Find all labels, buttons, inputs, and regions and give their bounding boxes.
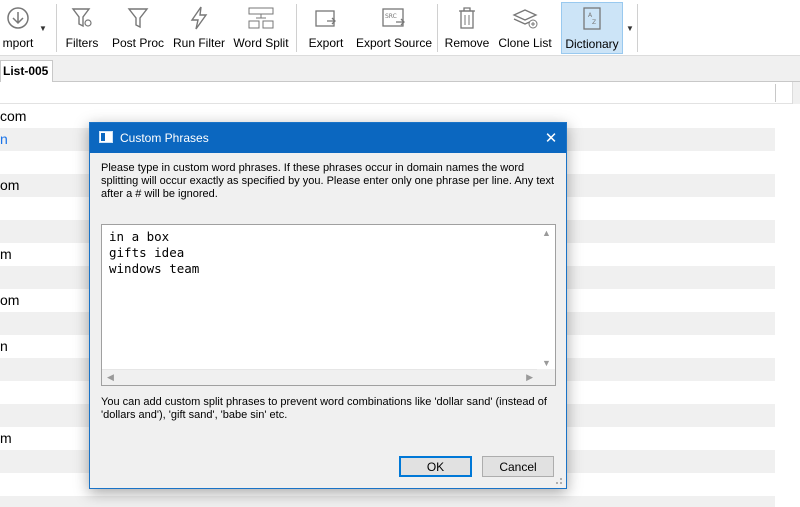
phrases-textarea[interactable]: in a box gifts idea windows team ▲ ▼ ◀ ▶ xyxy=(101,224,556,386)
grid-scrollbar[interactable] xyxy=(792,82,800,104)
import-button[interactable]: mport xyxy=(0,2,36,54)
toolbar-separator xyxy=(437,4,438,52)
run-filter-button[interactable]: Run Filter xyxy=(172,2,226,54)
toolbar-separator xyxy=(56,4,57,52)
dialog-note: You can add custom split phrases to prev… xyxy=(101,396,547,421)
run-filter-label: Run Filter xyxy=(172,36,225,50)
tab-strip: List-005 xyxy=(0,56,800,82)
remove-button[interactable]: Remove xyxy=(443,2,491,54)
window-icon xyxy=(99,131,113,143)
cancel-button[interactable]: Cancel xyxy=(482,456,554,477)
svg-text:SRC: SRC xyxy=(385,13,397,20)
ok-button[interactable]: OK xyxy=(399,456,472,477)
grid-header xyxy=(0,82,800,104)
dialog-title: Custom Phrases xyxy=(120,131,209,145)
clone-list-button[interactable]: Clone List xyxy=(496,2,554,54)
filters-label: Filters xyxy=(65,36,99,50)
clone-stack-icon xyxy=(510,2,540,34)
scrollbar-corner xyxy=(537,369,555,385)
tab-list-005[interactable]: List-005 xyxy=(0,60,54,82)
close-icon[interactable]: ✕ xyxy=(536,123,566,153)
import-label: mport xyxy=(2,36,34,50)
svg-text:A: A xyxy=(588,12,593,19)
funnel-icon xyxy=(123,2,153,34)
post-proc-button[interactable]: Post Proc xyxy=(111,2,165,54)
remove-label: Remove xyxy=(444,36,490,50)
column-divider[interactable] xyxy=(775,84,776,102)
scroll-right-icon[interactable]: ▶ xyxy=(526,372,533,383)
resize-grip-icon[interactable] xyxy=(553,475,563,485)
horizontal-scrollbar[interactable]: ◀ ▶ xyxy=(102,369,539,385)
table-row[interactable] xyxy=(0,496,775,507)
export-icon xyxy=(311,2,341,34)
export-label: Export xyxy=(308,36,344,50)
vertical-scrollbar[interactable]: ▲ ▼ xyxy=(539,225,555,370)
lightning-icon xyxy=(184,2,214,34)
dictionary-label: Dictionary xyxy=(565,37,619,51)
phrases-text[interactable]: in a box gifts idea windows team xyxy=(109,229,199,277)
scroll-left-icon[interactable]: ◀ xyxy=(107,372,114,383)
toolbar: mport ▼ Filters Post Proc Run Filter Wor… xyxy=(0,0,800,56)
scroll-down-icon[interactable]: ▼ xyxy=(542,358,551,368)
dictionary-button[interactable]: AZ Dictionary xyxy=(561,2,623,54)
export-source-button[interactable]: SRC Export Source xyxy=(356,2,432,54)
word-split-label: Word Split xyxy=(233,36,289,50)
dialog-description: Please type in custom word phrases. If t… xyxy=(101,162,555,200)
dialog-titlebar[interactable]: Custom Phrases ✕ xyxy=(90,123,566,153)
svg-text:Z: Z xyxy=(592,19,596,26)
word-split-button[interactable]: Word Split xyxy=(232,2,290,54)
filter-settings-icon xyxy=(67,2,97,34)
custom-phrases-dialog: Custom Phrases ✕ Please type in custom w… xyxy=(89,122,567,489)
word-split-icon xyxy=(246,2,276,34)
dictionary-dropdown-arrow[interactable]: ▼ xyxy=(626,24,634,33)
trash-icon xyxy=(452,2,482,34)
export-button[interactable]: Export xyxy=(306,2,346,54)
export-source-icon: SRC xyxy=(379,2,409,34)
clone-list-label: Clone List xyxy=(498,36,552,50)
post-proc-label: Post Proc xyxy=(111,36,165,50)
toolbar-separator xyxy=(637,4,638,52)
dictionary-book-icon: AZ xyxy=(577,3,607,35)
scroll-up-icon[interactable]: ▲ xyxy=(542,228,551,238)
import-icon xyxy=(3,2,33,34)
import-dropdown-arrow[interactable]: ▼ xyxy=(39,24,47,33)
toolbar-separator xyxy=(296,4,297,52)
export-source-label: Export Source xyxy=(355,36,433,50)
filters-button[interactable]: Filters xyxy=(62,2,102,54)
